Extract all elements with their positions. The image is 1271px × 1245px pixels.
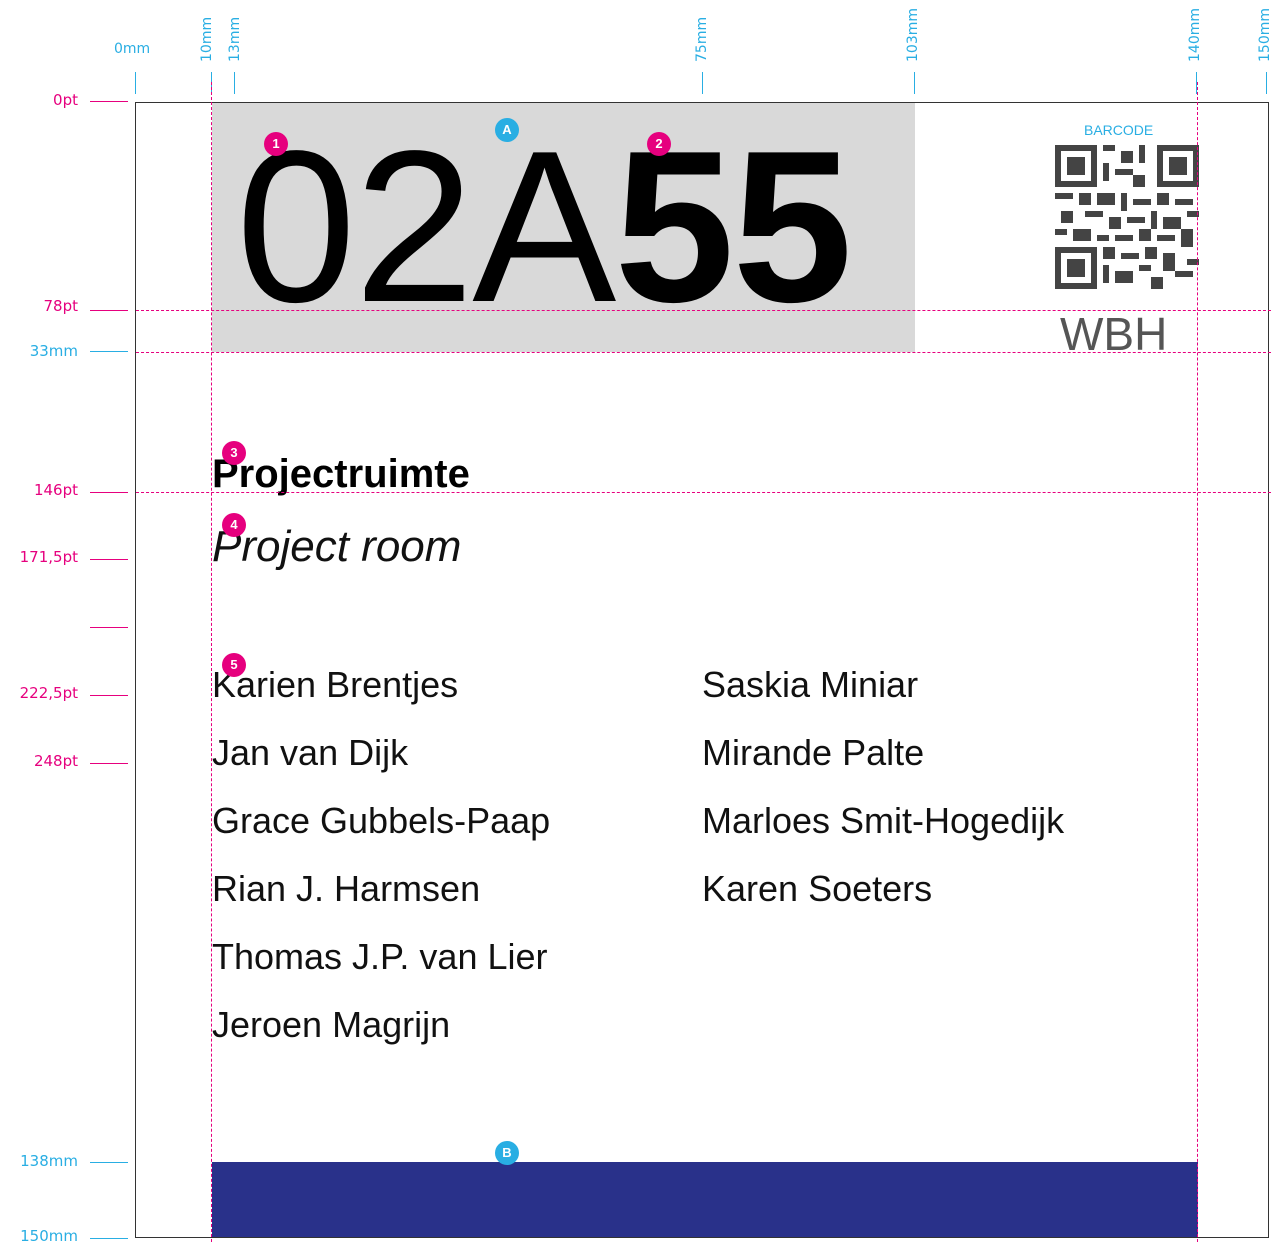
marker-4: 4 — [222, 513, 246, 537]
top-ruler-tick — [702, 72, 703, 94]
top-ruler-label: 140mm — [1187, 8, 1203, 62]
left-ruler-label: 0pt — [53, 91, 78, 109]
left-ruler-tick — [90, 101, 128, 102]
list-item: Saskia Miniar — [702, 664, 919, 705]
left-ruler-label: 146pt — [33, 481, 78, 499]
marker-3: 3 — [222, 441, 246, 465]
guide-33mm — [136, 352, 1271, 353]
barcode-label: BARCODE — [1084, 122, 1154, 138]
barcode-code: WBH — [1060, 308, 1168, 360]
left-ruler-label: 248pt — [33, 752, 78, 770]
marker-a: A — [495, 118, 519, 142]
list-item: Grace Gubbels-Paap — [212, 800, 551, 841]
list-item: Rian J. Harmsen — [212, 868, 481, 909]
qr-code-icon — [1055, 145, 1199, 289]
top-ruler-label: 75mm — [694, 16, 710, 62]
list-item: Karien Brentjes — [212, 664, 459, 705]
top-ruler-label: 103mm — [905, 8, 921, 62]
left-ruler-tick — [90, 559, 128, 560]
left-ruler-tick — [90, 763, 128, 764]
list-item: Thomas J.P. van Lier — [212, 936, 548, 977]
list-item: Mirande Palte — [702, 732, 925, 773]
marker-b: B — [495, 1141, 519, 1165]
marker-5: 5 — [222, 653, 246, 677]
top-ruler-tick — [234, 72, 235, 94]
left-ruler-tick — [90, 695, 128, 696]
left-ruler-label: 138mm — [20, 1152, 78, 1170]
guide-146pt — [136, 492, 1271, 493]
left-ruler-tick — [90, 1162, 128, 1163]
left-ruler-tick — [90, 310, 128, 311]
room-number: 02A55 — [236, 118, 853, 334]
top-ruler-tick — [135, 72, 136, 94]
left-ruler-label: 171,5pt — [19, 548, 78, 566]
guide-78pt — [136, 310, 1271, 311]
guide-10mm — [211, 82, 212, 1242]
top-ruler-label: 150mm — [1257, 8, 1271, 62]
marker-2: 2 — [647, 132, 671, 156]
left-ruler-label: 33mm — [29, 342, 78, 360]
room-name-en: Project room — [212, 522, 462, 571]
left-ruler-tick — [90, 492, 128, 493]
left-ruler-tick — [90, 351, 128, 352]
top-ruler-tick — [1266, 72, 1267, 94]
left-ruler-tick — [90, 1238, 128, 1239]
top-ruler-label: 13mm — [227, 16, 243, 62]
left-ruler-label: 150mm — [20, 1227, 78, 1245]
left-ruler-label: 78pt — [43, 297, 79, 315]
room-name-nl: Projectruimte — [212, 452, 470, 496]
left-ruler-label: 222,5pt — [19, 684, 78, 702]
marker-1: 1 — [264, 132, 288, 156]
left-ruler-tick — [90, 627, 128, 628]
top-ruler-label: 0mm — [114, 41, 151, 57]
list-item: Jeroen Magrijn — [212, 1004, 451, 1045]
top-ruler-label: 10mm — [199, 16, 215, 62]
footer-band — [212, 1162, 1198, 1237]
list-item: Jan van Dijk — [212, 732, 409, 773]
list-item: Marloes Smit-Hogedijk — [702, 800, 1065, 841]
top-ruler-tick — [914, 72, 915, 94]
list-item: Karen Soeters — [702, 868, 933, 909]
guide-140mm — [1197, 82, 1198, 1242]
